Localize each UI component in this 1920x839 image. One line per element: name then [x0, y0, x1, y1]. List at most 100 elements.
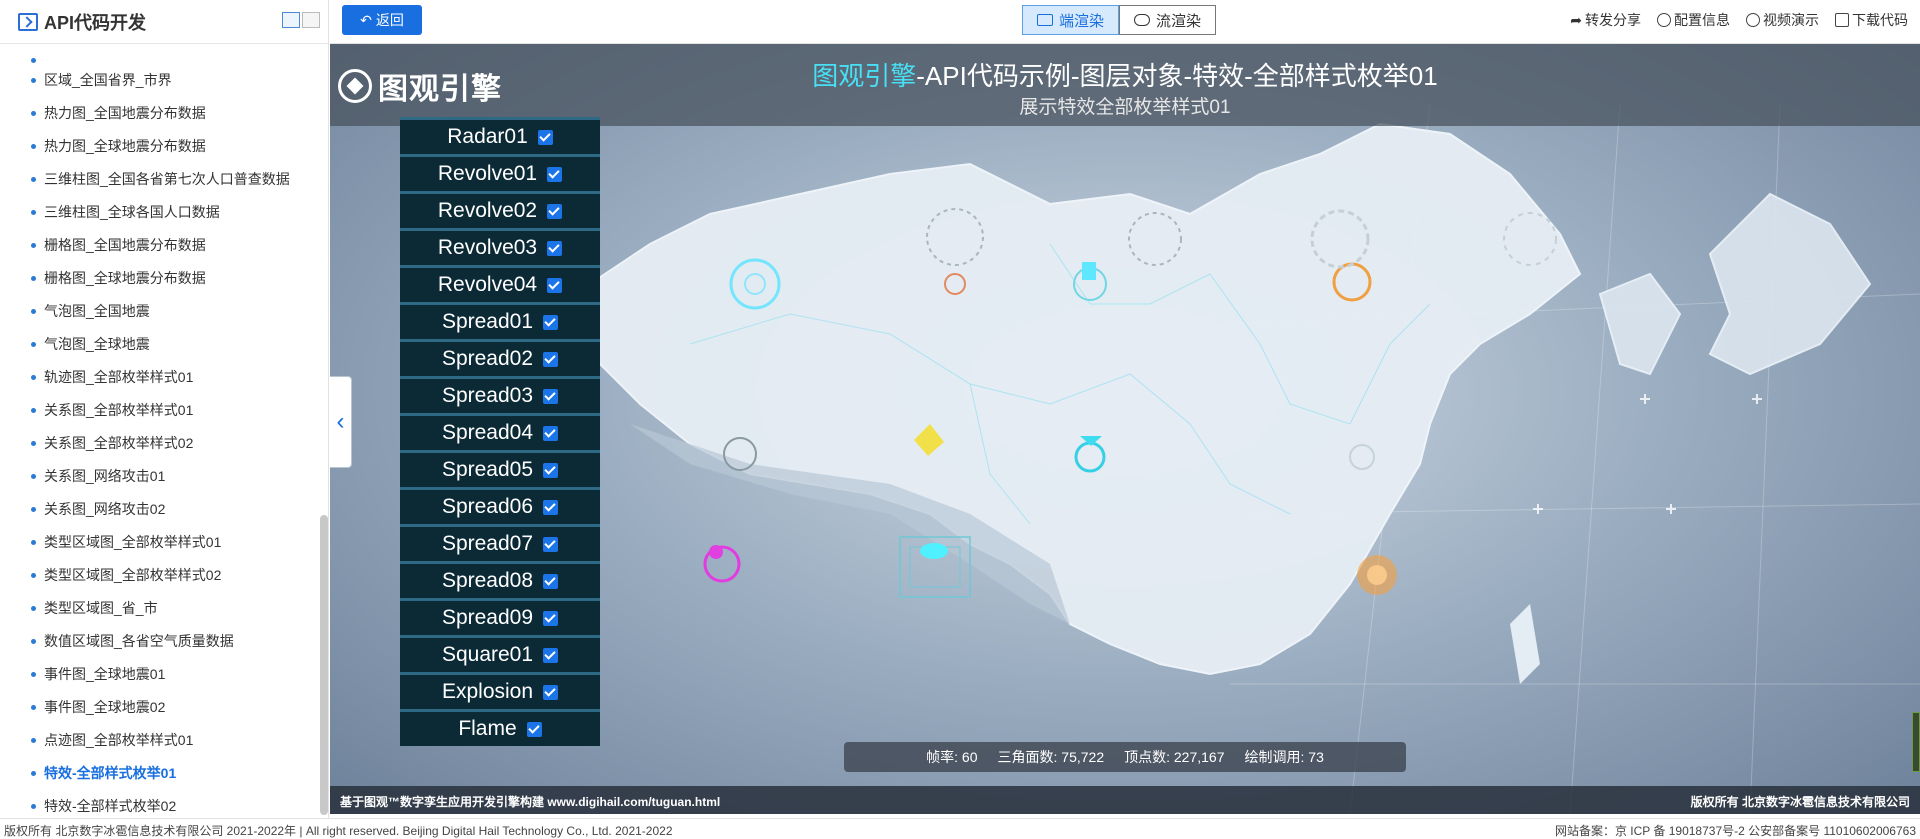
sidebar-item[interactable]: 三维柱图_全球各国人口数据	[0, 196, 318, 229]
triangle-stat: 三角面数: 75,722	[997, 749, 1105, 765]
checkbox[interactable]	[543, 351, 559, 367]
share-icon: ➦	[1570, 11, 1582, 28]
share-link[interactable]: ➦ 转发分享	[1570, 10, 1641, 30]
effect-toggle[interactable]: Revolve01	[400, 154, 600, 191]
sidebar: API代码开发 区域_全国省界_市界 热力图_全国地震分布数据 热力图_全球地震分布…	[0, 0, 329, 818]
effect-toggle[interactable]: Explosion	[400, 672, 600, 709]
page-title: 图观引擎-API代码示例-图层对象-特效-全部样式枚举01	[812, 61, 1438, 91]
effect-toggle[interactable]: Square01	[400, 635, 600, 672]
icp-record: 网站备案：京 ICP 备 19018737号-2 公安部备案号 11010602…	[1554, 824, 1916, 838]
sidebar-list: 区域_全国省界_市界 热力图_全国地震分布数据 热力图_全球地震分布数据 三维柱图_全…	[0, 44, 318, 818]
effect-label: Radar01	[447, 125, 528, 148]
fps-stat: 帧率: 60	[926, 749, 978, 765]
collapse-sidebar-button[interactable]: ‹	[330, 376, 352, 468]
effect-label: Spread01	[441, 310, 534, 333]
sidebar-item[interactable]: 数值区域图_各省空气质量数据	[0, 625, 318, 658]
checkbox[interactable]	[543, 425, 559, 441]
terminal-icon	[18, 12, 38, 31]
checkbox[interactable]	[547, 166, 563, 182]
sidebar-item[interactable]: 栅格图_全国地震分布数据	[0, 229, 318, 262]
effect-toggle[interactable]: Spread02	[400, 339, 600, 376]
effect-label: Spread07	[441, 532, 534, 555]
effect-toggle[interactable]: Spread04	[400, 413, 600, 450]
effect-toggle[interactable]: Spread06	[400, 487, 600, 524]
effect-toggle[interactable]: Spread09	[400, 598, 600, 635]
client-render-button[interactable]: 端渲染	[1022, 5, 1120, 35]
sidebar-item[interactable]: 点迹图_全部枚举样式01	[0, 724, 318, 757]
viewer-copyright: 版权所有 北京数字冰雹信息技术有限公司	[1690, 795, 1910, 809]
sidebar-item[interactable]: 特效-全部样式枚举02	[0, 790, 318, 818]
render-stats: 帧率: 60 三角面数: 75,722 顶点数: 227,167 绘制调用: 7…	[844, 742, 1406, 772]
back-button[interactable]: ↶ 返回	[342, 5, 422, 35]
sidebar-scrollbar[interactable]	[320, 515, 328, 815]
sidebar-item[interactable]: 事件图_全球地震01	[0, 658, 318, 691]
stream-render-button[interactable]: 流渲染	[1119, 5, 1217, 35]
sidebar-item[interactable]: 轨迹图_全部枚举样式01	[0, 361, 318, 394]
download-link[interactable]: 下载代码	[1835, 10, 1908, 30]
sidebar-item[interactable]: 热力图_全国地震分布数据	[0, 97, 318, 130]
list-view-icon[interactable]	[302, 12, 320, 28]
map-viewer[interactable]: 图观引擎 图观引擎-API代码示例-图层对象-特效-全部样式枚举01 展示特效全…	[330, 44, 1920, 814]
video-link[interactable]: 视频演示	[1746, 10, 1819, 30]
back-arrow-icon: ↶	[360, 11, 372, 28]
sidebar-item[interactable]: 关系图_网络攻击01	[0, 460, 318, 493]
checkbox[interactable]	[543, 573, 559, 589]
cloud-icon	[1134, 14, 1151, 26]
korea-japan	[1598, 192, 1872, 376]
checkbox[interactable]	[547, 203, 563, 219]
checkbox[interactable]	[543, 462, 559, 478]
checkbox[interactable]	[543, 499, 559, 515]
sidebar-item[interactable]: 三维柱图_全国各省第七次人口普查数据	[0, 163, 318, 196]
page-subtitle: 展示特效全部枚举样式01	[1019, 97, 1231, 118]
sidebar-item-partial[interactable]	[0, 44, 318, 64]
sidebar-item[interactable]: 气泡图_全球地震	[0, 328, 318, 361]
checkbox[interactable]	[543, 388, 559, 404]
effect-toggle[interactable]: Revolve04	[400, 265, 600, 302]
effect-toggle[interactable]: Radar01	[400, 117, 600, 154]
effect-toggle[interactable]: Spread05	[400, 450, 600, 487]
effect-label: Revolve04	[437, 273, 538, 296]
sidebar-item[interactable]: 特效-全部样式枚举01	[0, 757, 318, 790]
engine-credit: 基于图观™数字孪生应用开发引擎构建 www.digihail.com/tugua…	[340, 795, 721, 809]
checkbox[interactable]	[547, 240, 563, 256]
effect-label: Flame	[458, 717, 517, 740]
checkbox[interactable]	[543, 647, 559, 663]
sidebar-item[interactable]: 类型区域图_全部枚举样式01	[0, 526, 318, 559]
sidebar-item[interactable]: 栅格图_全球地震分布数据	[0, 262, 318, 295]
effect-toggle[interactable]: Spread07	[400, 524, 600, 561]
effect-label: Spread03	[441, 384, 534, 407]
checkbox[interactable]	[543, 610, 559, 626]
effect-toggle[interactable]: Spread03	[400, 376, 600, 413]
checkbox[interactable]	[543, 314, 559, 330]
checkbox[interactable]	[543, 684, 559, 700]
sidebar-header: API代码开发	[0, 0, 328, 44]
sidebar-item[interactable]: 气泡图_全国地震	[0, 295, 318, 328]
checkbox[interactable]	[547, 277, 563, 293]
side-meter	[1912, 712, 1920, 772]
config-link[interactable]: 配置信息	[1657, 10, 1730, 30]
effect-toggle[interactable]: Spread01	[400, 302, 600, 339]
effect-label: Spread06	[441, 495, 534, 518]
sidebar-item[interactable]: 热力图_全球地震分布数据	[0, 130, 318, 163]
effect-label: Spread09	[441, 606, 534, 629]
checkbox[interactable]	[543, 536, 559, 552]
sidebar-item[interactable]: 事件图_全球地震02	[0, 691, 318, 724]
download-icon	[1835, 13, 1849, 27]
effect-toggle[interactable]: Flame	[400, 709, 600, 746]
grid-view-icon[interactable]	[282, 12, 300, 28]
sidebar-item[interactable]: 关系图_全部枚举样式02	[0, 427, 318, 460]
effect-toggle[interactable]: Revolve03	[400, 228, 600, 265]
effect-toggle[interactable]: Spread08	[400, 561, 600, 598]
sidebar-item[interactable]: 类型区域图_全部枚举样式02	[0, 559, 318, 592]
sidebar-item[interactable]: 关系图_全部枚举样式01	[0, 394, 318, 427]
checkbox[interactable]	[537, 129, 553, 145]
sidebar-item[interactable]: 关系图_网络攻击02	[0, 493, 318, 526]
effect-toggle[interactable]: Revolve02	[400, 191, 600, 228]
sidebar-item[interactable]: 区域_全国省界_市界	[0, 64, 318, 97]
info-icon	[1657, 13, 1671, 27]
chevron-left-icon: ‹	[336, 408, 345, 435]
checkbox[interactable]	[526, 721, 542, 737]
sidebar-item[interactable]: 类型区域图_省_市	[0, 592, 318, 625]
effect-label: Spread02	[441, 347, 534, 370]
effect-label: Revolve01	[437, 162, 538, 185]
